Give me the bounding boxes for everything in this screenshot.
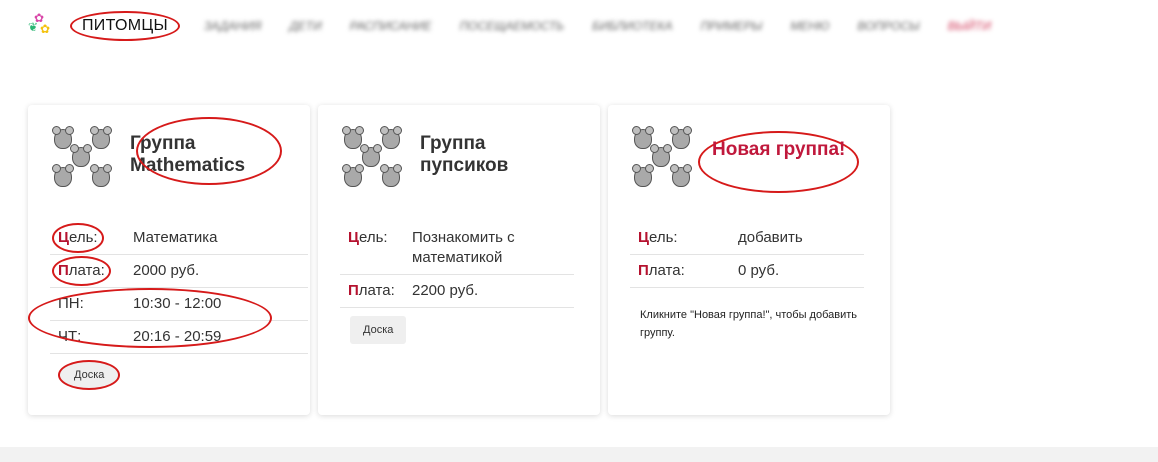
group-info-table: Цель: Познакомить с математикой Плата: 2…: [340, 222, 574, 308]
mice-group-icon: [630, 125, 698, 193]
new-group-link[interactable]: Новая группа!: [698, 131, 860, 193]
nav-item-blurred[interactable]: ПРИМЕРЫ: [700, 19, 762, 33]
fee-value: 2200 руб.: [404, 274, 574, 308]
nav-item-blurred[interactable]: ЗАДАНИЯ: [204, 19, 261, 33]
schedule-day: ЧТ:: [50, 320, 125, 354]
goal-value: Познакомить с математикой: [404, 222, 574, 275]
fee-label: Плата:: [52, 256, 111, 286]
nav-item-blurred[interactable]: ДЕТИ: [289, 19, 321, 33]
mice-group-icon: [50, 125, 118, 193]
goal-value: добавить: [730, 222, 864, 255]
goal-label: ель:: [648, 229, 678, 246]
board-button[interactable]: Доска: [350, 316, 407, 344]
new-group-hint: Кликните "Новая группа!", чтобы добавить…: [640, 309, 858, 339]
nav-item-blurred[interactable]: ПОСЕЩАЕМОСТЬ: [460, 19, 565, 33]
fee-label-rest: лата:: [68, 262, 105, 279]
goal-label-rest: ель:: [68, 229, 98, 246]
main-content: Группа Mathematics Цель: Математика Плат…: [0, 52, 1158, 447]
footer: [0, 447, 1158, 462]
fee-label: лата:: [358, 282, 395, 299]
top-navbar: ✿ ❦ ✿ ПИТОМЦЫ ЗАДАНИЯ ДЕТИ РАСПИСАНИЕ ПО…: [0, 0, 1158, 52]
nav-item-blurred[interactable]: ВОПРОСЫ: [857, 19, 919, 33]
fee-label: лата:: [648, 262, 685, 279]
goal-value: Математика: [125, 222, 308, 255]
goal-label: Цель:: [52, 223, 104, 253]
nav-item-blurred[interactable]: РАСПИСАНИЕ: [350, 19, 432, 33]
nav-item-blurred[interactable]: МЕНЮ: [790, 19, 829, 33]
nav-item-blurred[interactable]: БИБЛИОТЕКА: [592, 19, 672, 33]
fee-value: 2000 руб.: [125, 254, 308, 288]
nav-pets[interactable]: ПИТОМЦЫ: [70, 11, 180, 41]
fee-value: 0 руб.: [730, 254, 864, 288]
group-card-pupsiki: Группа пупсиков Цель: Познакомить с мате…: [318, 105, 600, 415]
schedule-day: ПН:: [50, 287, 125, 321]
schedule-time: 10:30 - 12:00: [125, 287, 308, 321]
group-title[interactable]: Группа пупсиков: [420, 133, 530, 193]
schedule-time: 20:16 - 20:59: [125, 320, 308, 354]
goal-label: ель:: [358, 229, 388, 246]
group-info-table: Цель: добавить Плата: 0 руб.: [630, 222, 864, 288]
group-card-new: Новая группа! Цель: добавить Плата: 0 ру…: [608, 105, 890, 415]
board-button[interactable]: Доска: [58, 360, 121, 390]
group-info-table: Цель: Математика Плата: 2000 руб. ПН: 10…: [50, 222, 308, 354]
mice-group-icon: [340, 125, 408, 193]
nav-logout-blurred[interactable]: ВЫЙТИ: [948, 19, 991, 33]
pets-logo-icon[interactable]: ✿ ❦ ✿: [28, 12, 56, 40]
group-card-mathematics: Группа Mathematics Цель: Математика Плат…: [28, 105, 310, 415]
